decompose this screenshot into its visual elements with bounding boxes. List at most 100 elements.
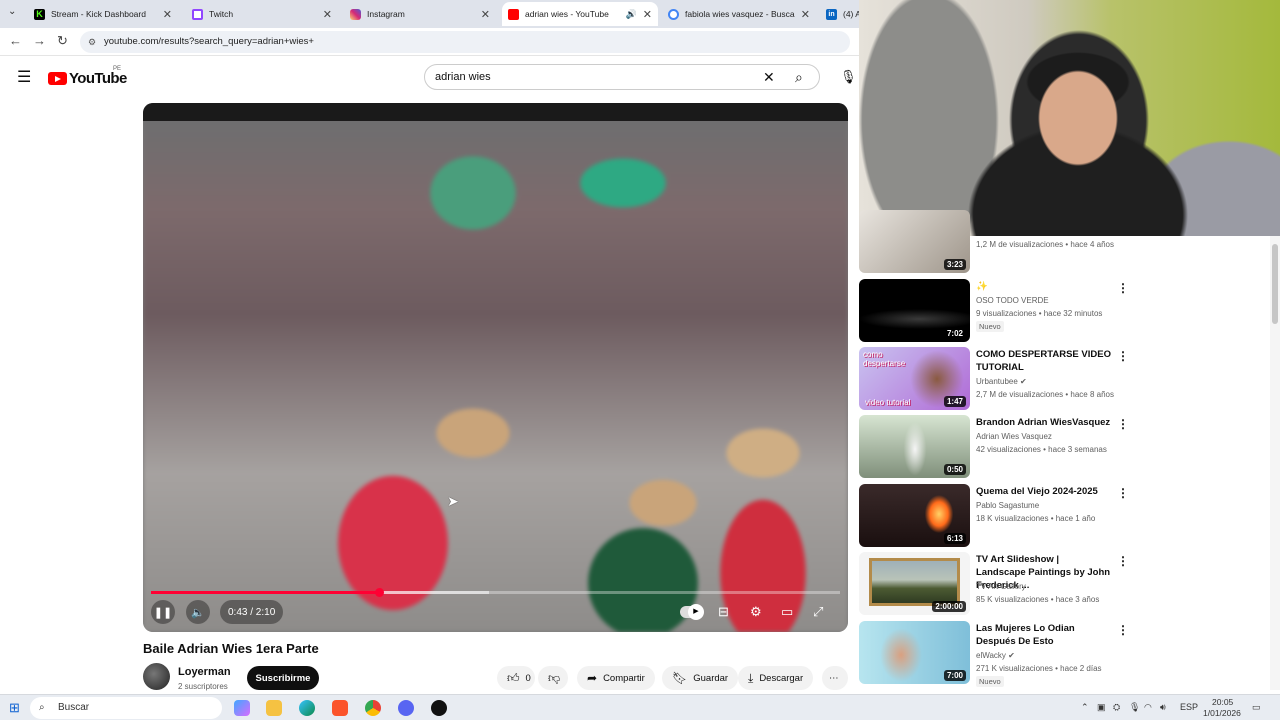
duration-badge: 0:50 [943, 464, 966, 475]
tray-speaker-icon[interactable]: 🔊︎ [1160, 702, 1166, 713]
more-vert-icon[interactable]: ⋮ [1117, 486, 1129, 500]
back-icon[interactable]: ← [9, 33, 22, 48]
channel-name[interactable]: OSO TODO VERDE [976, 296, 1049, 305]
recommendation-item[interactable]: como despertarse video tutorial 1:47 COM… [859, 347, 1259, 411]
channel-name[interactable]: Adrian Wies Vasquez [976, 432, 1052, 441]
edge-icon[interactable] [299, 700, 315, 716]
video-title: ✨ [976, 281, 988, 292]
brave-icon[interactable] [332, 700, 348, 716]
tab-google[interactable]: fabiola wies vasquez - Buscar con ✕ [662, 2, 816, 26]
settings-gear-icon[interactable]: ⚙ [750, 604, 762, 620]
more-vert-icon[interactable]: ⋮ [1117, 554, 1129, 568]
video-thumbnail[interactable]: 3:23 [859, 210, 970, 273]
recommendation-item[interactable]: 3:23 1,2 M de visualizaciones • hace 4 a… [859, 210, 1259, 276]
speaker-icon[interactable]: 🔊 [626, 9, 637, 20]
more-vert-icon[interactable]: ⋮ [1117, 417, 1129, 431]
language-indicator[interactable]: ESP [1180, 702, 1198, 712]
tray-mic-icon[interactable]: 🎙︎ [1129, 702, 1140, 713]
tab-kick[interactable]: K Stream - Kick Dashboard ✕ [28, 2, 178, 26]
notification-icon[interactable]: ▭ [1252, 702, 1261, 713]
autoplay-toggle-icon[interactable]: ▶ [680, 604, 704, 620]
tab-twitch[interactable]: Twitch ✕ [186, 2, 338, 26]
app-icon[interactable] [431, 700, 447, 716]
progress-bar[interactable] [151, 588, 840, 597]
channel-name[interactable]: Loyerman [178, 666, 231, 678]
more-actions-button[interactable]: ⋯ [822, 666, 848, 690]
search-icon[interactable]: ⌕ [795, 65, 803, 89]
dislike-button[interactable]: 👎︎ [538, 666, 568, 690]
video-thumbnail[interactable]: 2:00:00 [859, 552, 970, 615]
country-code: PE [113, 66, 122, 72]
channel-name[interactable]: Pablo Sagastume [976, 501, 1039, 510]
tab-instagram[interactable]: Instagram ✕ [344, 2, 496, 26]
scrollbar-thumb[interactable] [1272, 244, 1278, 324]
tray-app-icon[interactable]: ▣ [1097, 702, 1106, 713]
channel-name[interactable]: TV Art Gallery [976, 582, 1026, 591]
windows-start-icon[interactable]: ⊞ [9, 700, 20, 716]
video-frame [143, 103, 848, 632]
copilot-icon[interactable] [234, 700, 250, 716]
close-icon[interactable]: ✕ [643, 8, 652, 21]
video-meta: 271 K visualizaciones • hace 2 días [976, 664, 1102, 673]
close-icon[interactable]: ✕ [801, 8, 810, 21]
tab-youtube[interactable]: adrian wies - YouTube 🔊 ✕ [502, 2, 658, 26]
subtitles-icon[interactable]: ⊟ [718, 604, 729, 620]
more-vert-icon[interactable]: ⋮ [1117, 281, 1129, 295]
channel-name[interactable]: elWacky ✔ [976, 651, 1015, 660]
address-bar[interactable]: ⚙ youtube.com/results?search_query=adria… [80, 31, 850, 53]
theater-mode-icon[interactable]: ▭ [781, 604, 793, 620]
microphone-icon[interactable]: 🎙 [840, 69, 857, 85]
site-info-icon[interactable]: ⚙ [88, 31, 96, 53]
file-explorer-icon[interactable] [266, 700, 282, 716]
taskbar-search-input[interactable]: ⌕ Buscar [30, 697, 222, 719]
recommendation-item[interactable]: 6:13 Quema del Viejo 2024-2025 Pablo Sag… [859, 484, 1259, 548]
subscribe-button[interactable]: Suscribirme [247, 666, 319, 690]
close-icon[interactable]: ✕ [323, 8, 332, 21]
more-vert-icon[interactable]: ⋮ [1117, 623, 1129, 637]
fullscreen-icon[interactable]: ⤢ [813, 604, 823, 620]
close-icon[interactable]: ✕ [163, 8, 172, 21]
video-thumbnail[interactable]: 0:50 [859, 415, 970, 478]
video-thumbnail[interactable]: 7:02 [859, 279, 970, 342]
close-icon[interactable]: ✕ [481, 8, 490, 21]
recommendation-item[interactable]: 7:02 ✨ OSO TODO VERDE 9 visualizaciones … [859, 279, 1259, 343]
video-thumbnail[interactable]: 6:13 [859, 484, 970, 547]
scrubber-handle[interactable] [375, 588, 385, 597]
video-meta: 42 visualizaciones • hace 3 semanas [976, 445, 1107, 454]
url-text: youtube.com/results?search_query=adrian+… [104, 36, 314, 47]
search-input[interactable]: adrian wies ✕ ⌕ [424, 64, 820, 90]
youtube-logo[interactable]: YouTube PE [48, 66, 127, 87]
taskbar-date[interactable]: 1/01/2026 [1203, 708, 1241, 718]
recommendation-item[interactable]: 7:00 Las Mujeres Lo Odian Después De Est… [859, 621, 1259, 687]
scrollbar[interactable] [1270, 236, 1280, 690]
discord-icon[interactable] [398, 700, 414, 716]
recommendation-item[interactable]: 0:50 Brandon Adrian WiesVasquez Adrian W… [859, 415, 1259, 479]
video-player[interactable]: ➤ ❚❚ 🔈 0:43 / 2:10 ▶ ⊟ ⚙ ▭ ⤢ [143, 103, 848, 632]
tray-chevron-icon[interactable]: ⌃ [1081, 702, 1089, 713]
thumbnail-text: como despertarse [863, 350, 906, 368]
pause-button[interactable]: ❚❚ [151, 600, 175, 624]
forward-icon[interactable]: → [33, 33, 46, 48]
like-button[interactable]: 👍︎ 0 [497, 666, 535, 690]
youtube-play-icon [48, 72, 67, 85]
save-button[interactable]: 🔖︎ Guardar [662, 666, 739, 690]
menu-icon[interactable]: ☰ [17, 67, 31, 87]
clear-search-icon[interactable]: ✕ [763, 65, 775, 89]
recommendation-item[interactable]: 2:00:00 TV Art Slideshow | Landscape Pai… [859, 552, 1259, 616]
tray-wifi-icon[interactable]: ◠ [1144, 702, 1152, 713]
taskbar-time[interactable]: 20:05 [1212, 697, 1233, 707]
more-vert-icon[interactable]: ⋮ [1117, 349, 1129, 363]
reload-icon[interactable]: ↻ [57, 33, 68, 49]
tab-list-chevron-icon[interactable]: ⌄ [8, 6, 16, 17]
download-button[interactable]: ⤓ Descargar [738, 666, 814, 690]
chrome-icon[interactable] [365, 700, 381, 716]
channel-avatar[interactable] [143, 663, 170, 690]
duration-badge: 6:13 [943, 533, 966, 544]
video-thumbnail[interactable]: 7:00 [859, 621, 970, 684]
video-thumbnail[interactable]: como despertarse video tutorial 1:47 [859, 347, 970, 410]
volume-button[interactable]: 🔈 [186, 600, 210, 624]
played-bar [151, 591, 380, 594]
share-button[interactable]: ➦ Compartir [577, 666, 655, 690]
tray-network-icon[interactable]: ⛭ [1113, 702, 1120, 713]
channel-name[interactable]: Urbantubee ✔ [976, 377, 1027, 386]
